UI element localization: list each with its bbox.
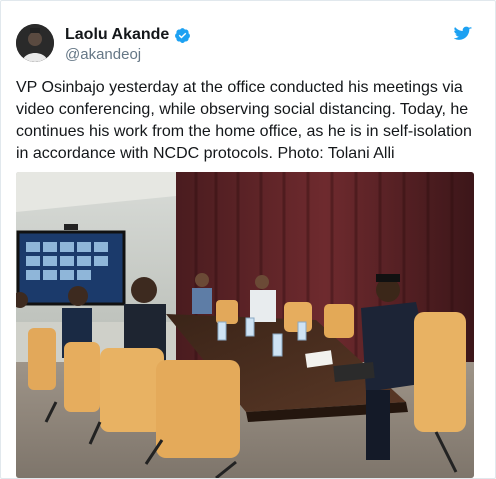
tweet-card: Laolu Akande @akandeoj VP Osinbajo yeste… [0,0,496,479]
avatar[interactable] [16,24,54,62]
author-row: Laolu Akande [65,26,191,44]
tweet-photo[interactable] [16,172,474,478]
twitter-bird-icon[interactable] [454,26,472,42]
tweet-text: VP Osinbajo yesterday at the office cond… [16,79,472,162]
user-handle[interactable]: @akandeoj [65,46,141,63]
display-name[interactable]: Laolu Akande [65,26,169,44]
verified-badge-icon [175,27,191,43]
